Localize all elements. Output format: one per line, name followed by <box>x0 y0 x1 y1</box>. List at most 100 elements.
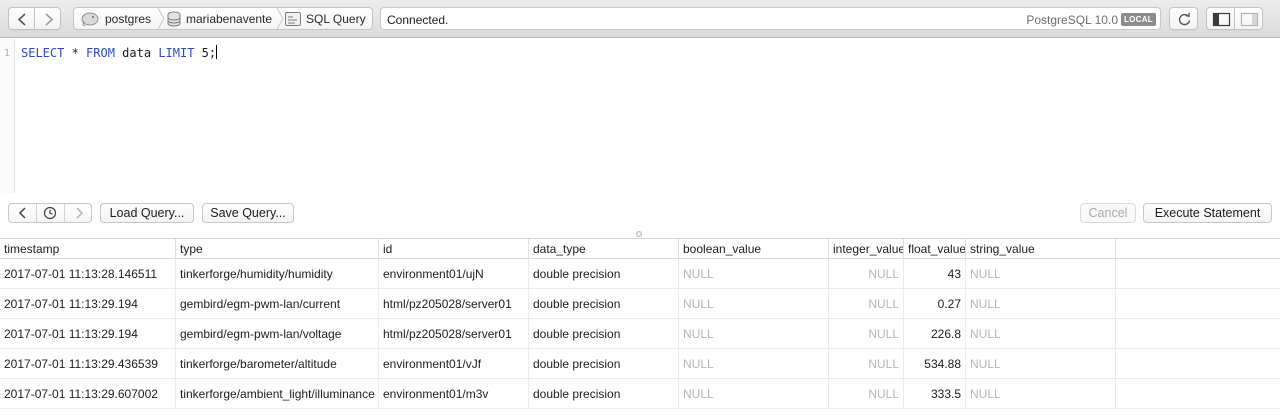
connection-status-box: Connected. PostgreSQL 10.0 LOCAL <box>380 7 1161 30</box>
chevron-left-icon <box>17 13 26 26</box>
cell-boolean-value: NULL <box>679 319 829 349</box>
back-button[interactable] <box>8 7 35 30</box>
connection-status: Connected. <box>387 13 449 27</box>
cell-data-type: double precision <box>529 259 679 289</box>
results-table: timestamp type id data_type boolean_valu… <box>0 238 1280 415</box>
code-token: * <box>64 46 87 60</box>
cell-data-type: double precision <box>529 319 679 349</box>
cell-data-type: double precision <box>529 379 679 409</box>
column-header-string-value[interactable]: string_value <box>966 239 1116 259</box>
table-row[interactable]: 2017-07-01 11:13:29.436539 tinkerforge/b… <box>0 349 1280 379</box>
breadcrumb-server[interactable]: postgres <box>80 8 151 29</box>
table-row[interactable]: 2017-07-01 11:13:29.194 gembird/egm-pwm-… <box>0 289 1280 319</box>
cell-timestamp: 2017-07-01 11:13:28.146511 <box>0 259 176 289</box>
cell-timestamp: 2017-07-01 11:13:29.436539 <box>0 349 176 379</box>
cell-float-value: 0.27 <box>904 289 966 319</box>
cell-timestamp: 2017-07-01 11:13:29.607002 <box>0 379 176 409</box>
code-token: 5; <box>194 46 217 60</box>
sql-editor[interactable]: 1 SELECT * FROM data LIMIT 5; <box>0 39 1280 193</box>
breadcrumb-separator <box>276 8 284 29</box>
cell-string-value: NULL <box>966 259 1116 289</box>
breadcrumb-view-label: SQL Query <box>306 11 366 26</box>
breadcrumb-database[interactable]: mariabenavente <box>167 8 272 29</box>
cell-boolean-value: NULL <box>679 289 829 319</box>
cell-id: environment01/ujN <box>379 259 529 289</box>
cell-integer-value: NULL <box>829 289 904 319</box>
text-caret <box>216 45 218 59</box>
cancel-button[interactable]: Cancel <box>1080 203 1136 223</box>
cell-timestamp: 2017-07-01 11:13:29.194 <box>0 289 176 319</box>
chevron-right-icon <box>76 207 84 219</box>
line-gutter: 1 <box>0 39 15 193</box>
cell-string-value: NULL <box>966 319 1116 349</box>
cell-id: environment01/m3v <box>379 379 529 409</box>
execute-statement-button[interactable]: Execute Statement <box>1143 203 1272 223</box>
history-back-button[interactable] <box>9 204 37 222</box>
cell-type: tinkerforge/barometer/altitude <box>176 349 379 379</box>
chevron-left-icon <box>18 207 26 219</box>
toggle-inspector-button[interactable] <box>1234 7 1263 30</box>
history-forward-button[interactable] <box>65 204 93 222</box>
breadcrumb-server-label: postgres <box>105 11 152 26</box>
refresh-button[interactable] <box>1169 7 1198 30</box>
chevron-right-icon <box>45 13 54 26</box>
column-header-data-type[interactable]: data_type <box>529 239 679 259</box>
cell-float-value: 226.8 <box>904 319 966 349</box>
cell-integer-value: NULL <box>829 319 904 349</box>
cell-string-value: NULL <box>966 289 1116 319</box>
cell-timestamp: 2017-07-01 11:13:29.194 <box>0 319 176 349</box>
cell-type: gembird/egm-pwm-lan/voltage <box>176 319 379 349</box>
code-line[interactable]: SELECT * FROM data LIMIT 5; <box>21 45 218 60</box>
cell-id: html/pz205028/server01 <box>379 289 529 319</box>
breadcrumb-view[interactable]: SQL Query <box>285 8 366 29</box>
keyword-limit: LIMIT <box>158 46 195 60</box>
cell-data-type: double precision <box>529 289 679 319</box>
pane-splitter-handle[interactable] <box>636 231 642 237</box>
elephant-icon <box>81 12 99 26</box>
breadcrumb: postgres mariabenavente SQL Query <box>73 7 373 30</box>
window-toolbar: postgres mariabenavente SQL Query Connec… <box>0 0 1280 38</box>
refresh-icon <box>1178 12 1191 26</box>
sidebar-left-icon <box>1212 12 1231 27</box>
cell-string-value: NULL <box>966 349 1116 379</box>
cell-integer-value: NULL <box>829 259 904 289</box>
breadcrumb-separator <box>157 8 165 29</box>
history-button[interactable] <box>37 204 65 222</box>
keyword-from: FROM <box>86 46 115 60</box>
cell-string-value: NULL <box>966 379 1116 409</box>
cell-type: gembird/egm-pwm-lan/current <box>176 289 379 319</box>
cell-id: html/pz205028/server01 <box>379 319 529 349</box>
table-header: timestamp type id data_type boolean_valu… <box>0 239 1280 259</box>
cell-type: tinkerforge/ambient_light/illuminance <box>176 379 379 409</box>
cell-boolean-value: NULL <box>679 379 829 409</box>
cell-boolean-value: NULL <box>679 259 829 289</box>
cell-type: tinkerforge/humidity/humidity <box>176 259 379 289</box>
column-header-integer-value[interactable]: integer_value <box>829 239 904 259</box>
local-badge: LOCAL <box>1120 13 1156 26</box>
table-row[interactable]: 2017-07-01 11:13:29.194 gembird/egm-pwm-… <box>0 319 1280 349</box>
cell-id: environment01/vJf <box>379 349 529 379</box>
sql-query-icon <box>285 11 301 26</box>
sidebar-right-icon <box>1240 12 1259 27</box>
cell-data-type: double precision <box>529 349 679 379</box>
cell-float-value: 333.5 <box>904 379 966 409</box>
forward-button[interactable] <box>34 7 61 30</box>
load-query-button[interactable]: Load Query... <box>100 203 194 223</box>
toggle-sidebar-button[interactable] <box>1206 7 1235 30</box>
save-query-button[interactable]: Save Query... <box>202 203 294 223</box>
column-header-id[interactable]: id <box>379 239 529 259</box>
table-row[interactable]: 2017-07-01 11:13:29.607002 tinkerforge/a… <box>0 379 1280 409</box>
column-header-boolean-value[interactable]: boolean_value <box>679 239 829 259</box>
line-number: 1 <box>4 48 11 59</box>
cell-boolean-value: NULL <box>679 349 829 379</box>
database-icon <box>167 11 181 26</box>
column-header-type[interactable]: type <box>176 239 379 259</box>
breadcrumb-database-label: mariabenavente <box>186 11 273 26</box>
cell-float-value: 534.88 <box>904 349 966 379</box>
column-header-timestamp[interactable]: timestamp <box>0 239 176 259</box>
query-toolbar: Load Query... Save Query... Cancel Execu… <box>0 193 1280 237</box>
clock-icon <box>43 206 57 220</box>
table-row[interactable]: 2017-07-01 11:13:28.146511 tinkerforge/h… <box>0 259 1280 289</box>
cell-float-value: 43 <box>904 259 966 289</box>
column-header-float-value[interactable]: float_value <box>904 239 966 259</box>
